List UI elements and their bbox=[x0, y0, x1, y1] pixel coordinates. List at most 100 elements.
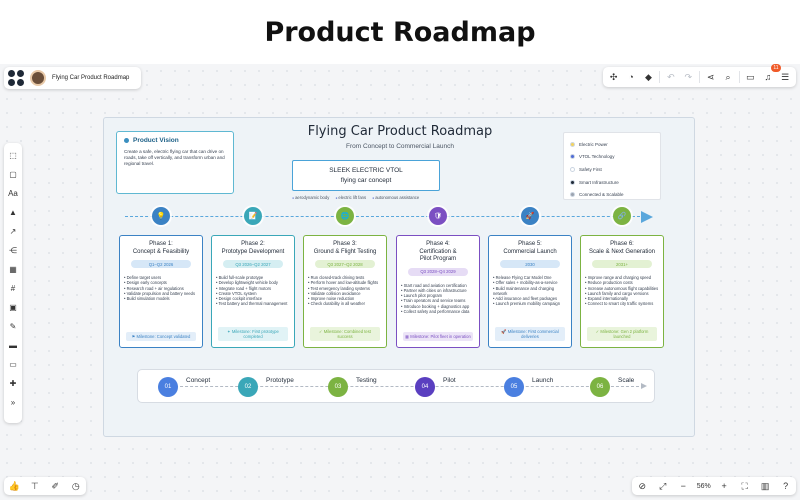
zoom-in-icon[interactable]: + bbox=[717, 479, 731, 493]
search-icon[interactable]: ⌕ bbox=[721, 70, 734, 84]
fullscreen-icon[interactable]: ⛶ bbox=[738, 479, 752, 493]
notifications-icon[interactable]: ♫ 11 bbox=[761, 64, 781, 84]
compass-icon[interactable]: ⊘ bbox=[635, 479, 649, 493]
roadmap-title[interactable]: Flying Car Product Roadmap bbox=[240, 124, 560, 139]
timeline-arrow bbox=[641, 211, 653, 223]
phase-card-4[interactable]: Phase 4: Certification & Pilot Program Q3 2… bbox=[396, 235, 480, 348]
concept-tag: autonomous assistance bbox=[372, 195, 419, 200]
eraser-icon[interactable]: ◆ bbox=[642, 70, 655, 84]
phase-date-badge: 2031+ bbox=[592, 260, 652, 268]
step-number[interactable]: 04 bbox=[415, 377, 435, 397]
phase-card-2[interactable]: Phase 2: Prototype Development Q3 2026–Q2 … bbox=[211, 235, 295, 348]
toolbar-divider bbox=[738, 71, 740, 83]
comment-icon[interactable]: ▬ bbox=[7, 339, 19, 351]
fit-screen-icon[interactable]: ⤢ bbox=[656, 479, 670, 493]
phase-title-line: Phase 2: bbox=[241, 241, 265, 247]
legend-item: Smart Infrastructure bbox=[570, 176, 654, 189]
concept-description: flying car concept bbox=[340, 177, 392, 184]
step-number[interactable]: 06 bbox=[590, 377, 610, 397]
legend-label: Smart Infrastructure bbox=[579, 179, 619, 185]
toolbar-divider bbox=[698, 71, 700, 83]
table-icon[interactable]: ▦ bbox=[7, 263, 19, 275]
pen-icon[interactable]: ✎ bbox=[7, 320, 19, 332]
present-icon[interactable]: ⊤ bbox=[28, 479, 42, 493]
legend-label: Connected & Scalable bbox=[579, 192, 624, 198]
undo-icon[interactable]: ↶ bbox=[664, 70, 677, 84]
card-icon[interactable]: ▭ bbox=[7, 358, 19, 370]
phase-card-5[interactable]: Phase 5:Commercial Launch 2030 Release Fly… bbox=[488, 235, 572, 348]
phase-task-list: Define target usersDesign early concepts… bbox=[124, 275, 198, 301]
upload-icon[interactable]: ▣ bbox=[7, 301, 19, 313]
timeline-node-icon[interactable]: 🔗 bbox=[613, 207, 631, 225]
legend-label: Electric Power bbox=[579, 141, 608, 147]
step-number[interactable]: 02 bbox=[238, 377, 258, 397]
comments-icon[interactable]: ▭ bbox=[744, 70, 757, 84]
phase-date-badge: 2030 bbox=[500, 260, 560, 268]
phase-task: Train operators and service teams bbox=[401, 298, 475, 303]
redo-icon[interactable]: ↷ bbox=[682, 70, 695, 84]
legend-card[interactable]: Electric Power VTOL Technology Safety Firs… bbox=[563, 132, 661, 200]
phase-task: Perform hover and low-altitude flights bbox=[308, 280, 382, 285]
mind-map-icon[interactable]: ⋲ bbox=[7, 244, 19, 256]
sticky-note-icon[interactable]: ▢ bbox=[7, 168, 19, 180]
avatar[interactable] bbox=[30, 70, 46, 86]
phase-milestone: ✓ Milestone: Combined test success bbox=[310, 327, 380, 341]
shapes-icon[interactable]: ▲ bbox=[7, 206, 19, 218]
page-title: Product Roadmap bbox=[0, 0, 800, 64]
help-icon[interactable]: ? bbox=[779, 479, 793, 493]
phase-task: Connect to smart city traffic systems bbox=[585, 301, 659, 306]
step-label: Pilot bbox=[441, 377, 458, 384]
phase-task-list: Run closed-track driving testsPerform ho… bbox=[308, 275, 382, 307]
bottom-left-toolbar: 👍 ⊤ ✐ ◷ bbox=[4, 477, 86, 495]
top-toolbar: ✣ ◔ ◆ ↶ ↷ ⋖ ⌕ ▭ ♫ 11 ☰ bbox=[603, 64, 796, 87]
phase-stepper[interactable]: 01 Concept 02 Prototype 03 Testing 04 Pilot 05 La… bbox=[137, 369, 655, 403]
timeline-node-icon[interactable]: 🚀 bbox=[521, 207, 539, 225]
pencil-icon[interactable]: ✐ bbox=[48, 479, 62, 493]
step-number[interactable]: 03 bbox=[328, 377, 348, 397]
phase-task-list: Release Flying Car Model OneOffer sales … bbox=[493, 275, 567, 307]
phase-task: Build maintenance and charging network bbox=[493, 286, 567, 297]
board-title[interactable]: Flying Car Product Roadmap bbox=[52, 75, 129, 81]
connector-icon[interactable]: ↗ bbox=[7, 225, 19, 237]
phase-title: Phase 3: Ground & Flight Testing bbox=[308, 241, 382, 256]
concept-name: SLEEK ELECTRIC VTOL bbox=[329, 167, 403, 174]
phase-date-badge: Q3 2028–Q4 2029 bbox=[408, 267, 468, 276]
timeline-node-icon[interactable]: 🛡 bbox=[429, 207, 447, 225]
app-logo-icon[interactable] bbox=[8, 70, 24, 86]
frame-icon[interactable]: # bbox=[7, 282, 19, 294]
toolbar-divider bbox=[659, 71, 661, 83]
phase-card-6[interactable]: Phase 6:Scale & Next Generation 2031+ Impr… bbox=[580, 235, 664, 348]
more-tools-icon[interactable]: » bbox=[7, 396, 19, 408]
timer-icon[interactable]: ◷ bbox=[69, 479, 83, 493]
apps-icon[interactable]: ✚ bbox=[7, 377, 19, 389]
legend-item: Safety First bbox=[570, 163, 654, 176]
phase-task: Collect safety and performance data bbox=[401, 309, 475, 314]
share-icon[interactable]: ⋖ bbox=[704, 70, 717, 84]
text-icon[interactable]: Aa bbox=[7, 187, 19, 199]
vision-title: Product Vision bbox=[133, 137, 179, 144]
timeline-node-icon[interactable]: 📝 bbox=[244, 207, 262, 225]
presentation-icon[interactable]: ◔ bbox=[624, 70, 637, 84]
zoom-out-icon[interactable]: − bbox=[676, 479, 690, 493]
map-icon[interactable]: ▥ bbox=[758, 479, 772, 493]
step-number[interactable]: 05 bbox=[504, 377, 524, 397]
menu-icon[interactable]: ☰ bbox=[779, 70, 792, 84]
concept-box[interactable]: SLEEK ELECTRIC VTOL flying car concept bbox=[292, 160, 440, 191]
timeline-node-icon[interactable]: 💡 bbox=[152, 207, 170, 225]
phase-card-3[interactable]: Phase 3: Ground & Flight Testing Q3 2027–Q… bbox=[303, 235, 387, 348]
magic-tools-icon[interactable]: ✣ bbox=[607, 70, 620, 84]
select-icon[interactable]: ⬚ bbox=[7, 149, 19, 161]
thumbs-up-icon[interactable]: 👍 bbox=[7, 479, 21, 493]
phase-task-list: Build full-scale prototypeDevelop lightw… bbox=[216, 275, 290, 307]
timeline-node-icon[interactable]: 🌐 bbox=[336, 207, 354, 225]
phase-card-1[interactable]: Phase 1:Concept & Feasibility Q1–Q2 2026 D… bbox=[119, 235, 203, 348]
phase-title: Phase 5: Commercial Launch bbox=[493, 241, 567, 256]
vision-card[interactable]: Product Vision Create a safe, electric f… bbox=[116, 131, 234, 194]
phase-title: Phase 4: Certification & Pilot Program bbox=[401, 241, 475, 264]
step-number[interactable]: 01 bbox=[158, 377, 178, 397]
phase-title-line: Certification & bbox=[419, 248, 457, 255]
step-label: Scale bbox=[616, 377, 637, 384]
roadmap-subtitle[interactable]: From Concept to Commercial Launch bbox=[240, 143, 560, 150]
step-label: Launch bbox=[530, 377, 556, 384]
zoom-level[interactable]: 56% bbox=[697, 483, 711, 490]
